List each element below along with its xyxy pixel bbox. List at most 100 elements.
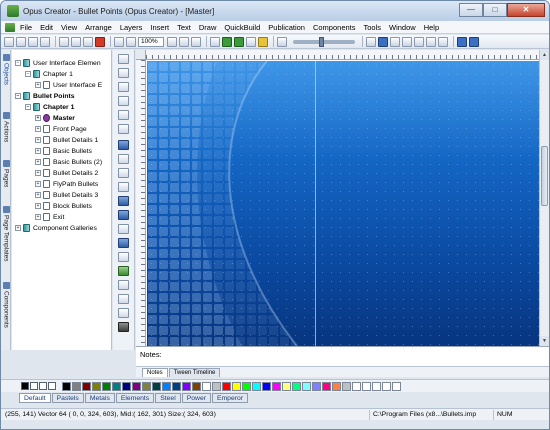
menu-draw[interactable]: Draw [199,23,217,32]
tree-item[interactable]: + Block Bullets [35,201,92,211]
select-arrow-icon[interactable] [366,36,376,47]
table-tool-icon[interactable] [118,294,129,304]
zoom-in-icon[interactable] [167,36,177,47]
group-icon[interactable] [402,36,412,47]
tab-metals[interactable]: Metals [84,393,115,403]
tree-item[interactable]: + Basic Bullets (2) [35,157,102,167]
grid-icon[interactable] [457,36,467,47]
vertical-scrollbar[interactable]: ▲ ▼ [539,50,549,346]
menu-text[interactable]: Text [177,23,191,32]
expand-icon[interactable]: + [35,115,41,121]
expand-icon[interactable]: + [35,181,41,187]
menu-window[interactable]: Window [389,23,416,32]
fill-color-icon[interactable] [21,382,29,390]
spark-tool-icon[interactable] [118,280,129,290]
eyedropper-icon[interactable] [48,382,56,390]
copy-icon[interactable] [71,36,81,47]
expand-icon[interactable]: + [15,225,21,231]
color-swatch[interactable] [202,381,211,391]
delete-icon[interactable] [95,36,105,47]
flash-tool-icon[interactable] [118,266,129,276]
color-swatch[interactable] [72,381,81,391]
play-icon[interactable] [222,36,232,47]
menu-publication[interactable]: Publication [268,23,305,32]
tree-item[interactable]: − Chapter 1 [25,102,74,112]
app-menu-icon[interactable] [5,22,15,32]
publish-icon[interactable] [258,36,268,47]
color-swatch[interactable] [342,381,351,391]
color-swatch[interactable] [382,381,391,391]
color-swatch[interactable] [322,381,331,391]
order-icon[interactable] [426,36,436,47]
tab-page-templates[interactable]: Page Templates [1,206,11,262]
color-swatch[interactable] [192,381,201,391]
color-swatch[interactable] [132,381,141,391]
paste-icon[interactable] [83,36,93,47]
page-canvas[interactable] [147,61,539,346]
undo-icon[interactable] [114,36,124,47]
color-swatch[interactable] [392,381,401,391]
video-tool-icon[interactable] [118,238,129,248]
tab-pastels[interactable]: Pastels [51,393,84,403]
tab-default[interactable]: Default [19,393,51,403]
expand-icon[interactable]: + [35,159,41,165]
image-tool-icon[interactable] [118,140,129,150]
collapse-icon[interactable]: − [15,93,21,99]
expand-icon[interactable]: + [35,214,41,220]
open-icon[interactable] [16,36,26,47]
tab-steel[interactable]: Steel [155,393,181,403]
close-button[interactable]: ✕ [507,3,545,17]
expand-icon[interactable]: + [35,148,41,154]
menu-components[interactable]: Components [313,23,356,32]
menu-arrange[interactable]: Arrange [85,23,112,32]
menu-tools[interactable]: Tools [364,23,382,32]
color-swatch[interactable] [292,381,301,391]
tree-item[interactable]: + Bullet Details 1 [35,135,98,145]
color-swatch[interactable] [302,381,311,391]
color-swatch[interactable] [282,381,291,391]
color-swatch[interactable] [312,381,321,391]
tab-objects[interactable]: Objects [1,54,11,85]
tree-item[interactable]: − Chapter 1 [25,69,73,79]
lock-icon[interactable] [414,36,424,47]
color-swatch[interactable] [102,381,111,391]
expand-icon[interactable]: + [35,192,41,198]
field-tool-icon[interactable] [118,182,129,192]
tree-item[interactable]: + User Interface E [35,80,102,90]
tree-item[interactable]: + FlyPath Bullets [35,179,98,189]
color-swatch[interactable] [252,381,261,391]
scroll-down-icon[interactable]: ▼ [540,336,549,346]
color-swatch[interactable] [222,381,231,391]
color-swatch[interactable] [372,381,381,391]
shape-tool-icon[interactable] [118,110,129,120]
menu-insert[interactable]: Insert [150,23,169,32]
color-swatch[interactable] [362,381,371,391]
color-swatch[interactable] [212,381,221,391]
color-swatch[interactable] [162,381,171,391]
tree-item[interactable]: + Exit [35,212,64,222]
line-tool-icon[interactable] [118,82,129,92]
tab-components[interactable]: Components [1,282,11,328]
redo-icon[interactable] [126,36,136,47]
color-swatch[interactable] [272,381,281,391]
opacity-slider[interactable] [293,36,355,47]
tree-item[interactable]: − User Interface Elemen [15,58,101,68]
color-swatch[interactable] [352,381,361,391]
color-swatch[interactable] [172,381,181,391]
menu-layers[interactable]: Layers [120,23,143,32]
tab-elements[interactable]: Elements [115,393,155,403]
snap-icon[interactable] [469,36,479,47]
pointer-tool-icon[interactable] [118,54,129,64]
collapse-icon[interactable]: − [25,71,31,77]
expand-icon[interactable]: + [35,82,41,88]
menu-tool-icon[interactable] [118,210,129,220]
tree-item[interactable]: − Bullet Points [15,91,75,101]
cut-icon[interactable] [59,36,69,47]
no-color-icon[interactable] [39,382,47,390]
swap-colors-icon[interactable] [30,382,38,390]
color-swatch[interactable] [182,381,191,391]
color-swatch[interactable] [262,381,271,391]
tab-actions[interactable]: Actions [1,112,11,142]
chart-tool-icon[interactable] [118,308,129,318]
save-icon[interactable] [28,36,38,47]
